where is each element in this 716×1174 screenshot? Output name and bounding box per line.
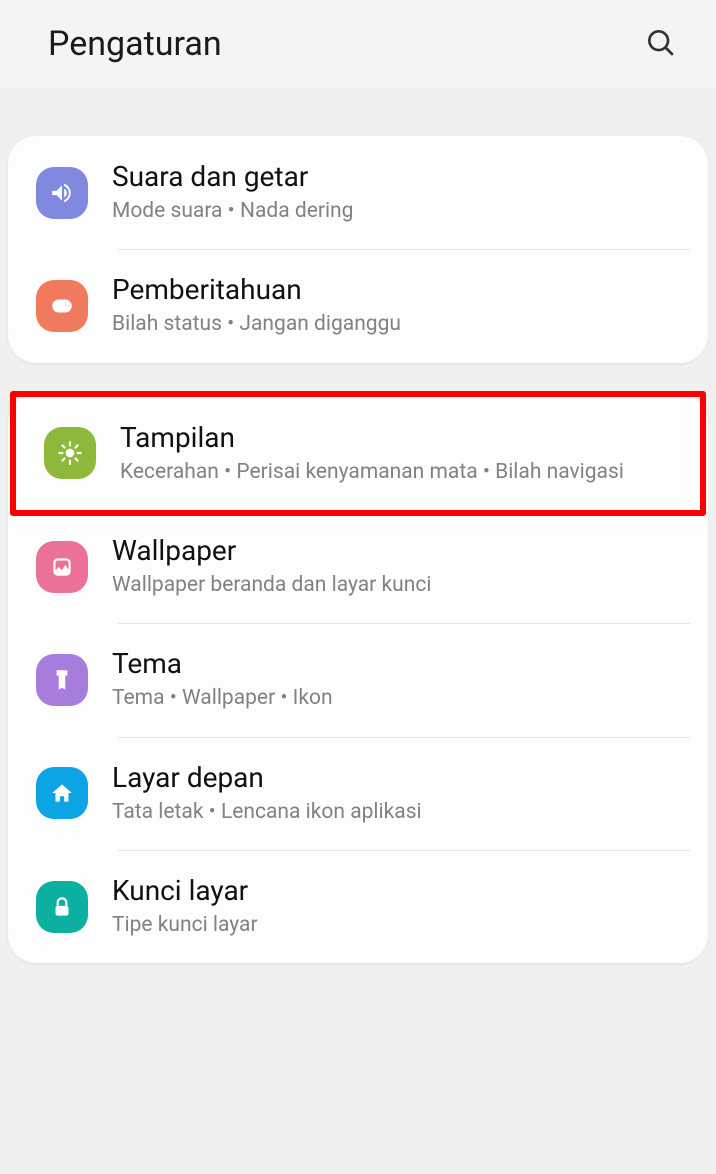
- page-title: Pengaturan: [48, 24, 222, 64]
- settings-item-sound[interactable]: Suara dan getar Mode suara • Nada dering: [8, 136, 708, 249]
- notification-icon: [36, 280, 88, 332]
- settings-item-lock-screen[interactable]: Kunci layar Tipe kunci layar: [8, 850, 708, 963]
- highlight-box: Tampilan Kecerahan • Perisai kenyamanan …: [10, 391, 706, 516]
- theme-icon: [36, 654, 88, 706]
- item-title: Tampilan: [120, 421, 672, 454]
- item-subtitle: Tipe kunci layar: [112, 911, 680, 939]
- settings-item-home-screen[interactable]: Layar depan Tata letak • Lencana ikon ap…: [8, 737, 708, 850]
- item-title: Tema: [112, 647, 680, 680]
- item-subtitle: Tema • Wallpaper • Ikon: [112, 684, 680, 712]
- lock-icon: [36, 881, 88, 933]
- sound-icon: [36, 167, 88, 219]
- item-title: Layar depan: [112, 761, 680, 794]
- settings-group-2: Tampilan Kecerahan • Perisai kenyamanan …: [8, 395, 708, 964]
- settings-item-wallpaper[interactable]: Wallpaper Wallpaper beranda dan layar ku…: [8, 510, 708, 623]
- header: Pengaturan: [0, 0, 716, 88]
- home-icon: [36, 767, 88, 819]
- brightness-icon: [44, 427, 96, 479]
- wallpaper-icon: [36, 541, 88, 593]
- item-text: Kunci layar Tipe kunci layar: [112, 874, 680, 939]
- item-text: Layar depan Tata letak • Lencana ikon ap…: [112, 761, 680, 826]
- item-text: Suara dan getar Mode suara • Nada dering: [112, 160, 680, 225]
- settings-item-themes[interactable]: Tema Tema • Wallpaper • Ikon: [8, 623, 708, 736]
- search-icon[interactable]: [644, 26, 676, 62]
- item-subtitle: Kecerahan • Perisai kenyamanan mata • Bi…: [120, 458, 672, 486]
- item-subtitle: Tata letak • Lencana ikon aplikasi: [112, 798, 680, 826]
- item-title: Suara dan getar: [112, 160, 680, 193]
- item-title: Wallpaper: [112, 534, 680, 567]
- item-text: Tema Tema • Wallpaper • Ikon: [112, 647, 680, 712]
- item-subtitle: Wallpaper beranda dan layar kunci: [112, 571, 680, 599]
- item-subtitle: Bilah status • Jangan diganggu: [112, 310, 680, 338]
- item-text: Wallpaper Wallpaper beranda dan layar ku…: [112, 534, 680, 599]
- item-text: Pemberitahuan Bilah status • Jangan diga…: [112, 273, 680, 338]
- settings-item-notifications[interactable]: Pemberitahuan Bilah status • Jangan diga…: [8, 249, 708, 362]
- item-title: Pemberitahuan: [112, 273, 680, 306]
- item-title: Kunci layar: [112, 874, 680, 907]
- item-text: Tampilan Kecerahan • Perisai kenyamanan …: [120, 421, 672, 486]
- settings-group-1: Suara dan getar Mode suara • Nada dering…: [8, 136, 708, 363]
- section-gap: [0, 88, 716, 136]
- item-subtitle: Mode suara • Nada dering: [112, 197, 680, 225]
- settings-item-display[interactable]: Tampilan Kecerahan • Perisai kenyamanan …: [16, 397, 700, 510]
